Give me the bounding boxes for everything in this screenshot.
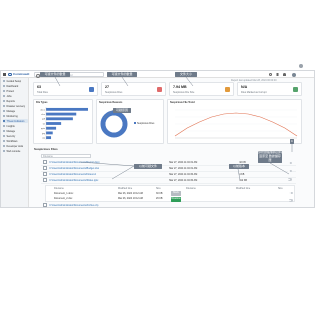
arrow-line xyxy=(79,161,135,167)
arrow-line xyxy=(269,162,290,175)
arrow-line xyxy=(111,165,135,180)
arrow-line xyxy=(237,168,241,181)
arrow-line xyxy=(185,76,194,87)
arrow-line xyxy=(121,76,129,87)
callout-arrows xyxy=(54,76,293,181)
arrow-line xyxy=(54,76,61,87)
page: { "app": { "title": "Commvault", "search… xyxy=(0,0,315,315)
arrow-line xyxy=(103,109,114,119)
